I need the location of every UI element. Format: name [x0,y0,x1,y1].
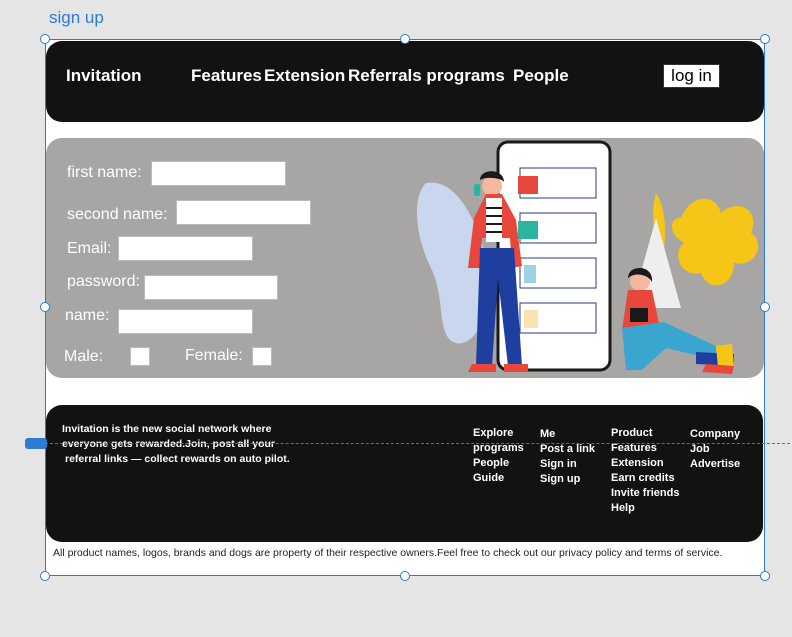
footer-link-post-a-link[interactable]: Post a link [540,442,595,457]
resize-handle-bottom-left[interactable] [40,571,50,581]
name-input[interactable] [118,309,253,334]
footer-link-earn-credits[interactable]: Earn credits [611,471,679,486]
footer-link-help[interactable]: Help [611,501,679,516]
site-footer: Invitation is the new social network whe… [46,405,763,542]
footer-link-sign-up[interactable]: Sign up [540,472,595,487]
about-line: Invitation is the new social network whe… [62,423,272,435]
footer-link-advertise[interactable]: Advertise [690,457,740,472]
footer-link-product[interactable]: Product [611,426,679,441]
password-label: password: [67,273,140,290]
resize-handle-top-right[interactable] [760,34,770,44]
frame-label[interactable]: sign up [49,8,104,28]
resize-handle-left[interactable] [40,302,50,312]
people-phone-illustration [416,140,759,374]
footer-link-me[interactable]: Me [540,427,595,442]
about-line: referral links — collect rewards on auto… [65,453,290,465]
signup-hero: first name: second name: Email: password… [46,138,764,378]
nav-referrals-programs[interactable]: Referrals programs [348,66,505,86]
login-button[interactable]: log in [663,64,720,88]
nav-people[interactable]: People [513,66,569,86]
footer-col-explore: Explore programs People Guide [473,426,524,486]
footer-link-sign-in[interactable]: Sign in [540,457,595,472]
footer-link-company[interactable]: Company [690,427,740,442]
footer-col-me: Me Post a link Sign in Sign up [540,427,595,487]
legal-notice: All product names, logos, brands and dog… [53,547,723,559]
male-checkbox[interactable] [130,347,150,366]
footer-link-invite-friends[interactable]: Invite friends [611,486,679,501]
second-name-label: second name: [67,206,168,223]
resize-handle-top-left[interactable] [40,34,50,44]
female-label: Female: [185,347,243,364]
name-label: name: [65,307,110,324]
site-header: Invitation Features Extension Referrals … [46,41,764,122]
brand-logo[interactable]: Invitation [66,66,142,86]
password-input[interactable] [144,275,278,300]
email-label: Email: [67,240,112,257]
footer-col-company: Company Job Advertise [690,427,740,472]
second-name-input[interactable] [176,200,311,225]
resize-handle-right[interactable] [760,302,770,312]
footer-col-product: Product Features Extension Earn credits … [611,426,679,516]
footer-link-explore[interactable]: Explore [473,426,524,441]
footer-link-extension[interactable]: Extension [611,456,679,471]
footer-link-job[interactable]: Job [690,442,740,457]
first-name-label: first name: [67,164,142,181]
guide-handle[interactable] [25,438,47,449]
first-name-input[interactable] [151,161,286,186]
about-line: everyone gets rewarded.Join, post all yo… [62,438,275,450]
about-text: Invitation is the new social network whe… [62,422,302,467]
footer-link-people[interactable]: People [473,456,524,471]
resize-handle-top[interactable] [400,34,410,44]
email-input[interactable] [118,236,253,261]
nav-extension[interactable]: Extension [264,66,345,86]
guide-line [45,443,790,444]
nav-features[interactable]: Features [191,66,262,86]
resize-handle-bottom-right[interactable] [760,571,770,581]
resize-handle-bottom[interactable] [400,571,410,581]
leaf-shape [671,198,759,286]
footer-link-guide[interactable]: Guide [473,471,524,486]
female-checkbox[interactable] [252,347,272,366]
male-label: Male: [64,348,104,365]
